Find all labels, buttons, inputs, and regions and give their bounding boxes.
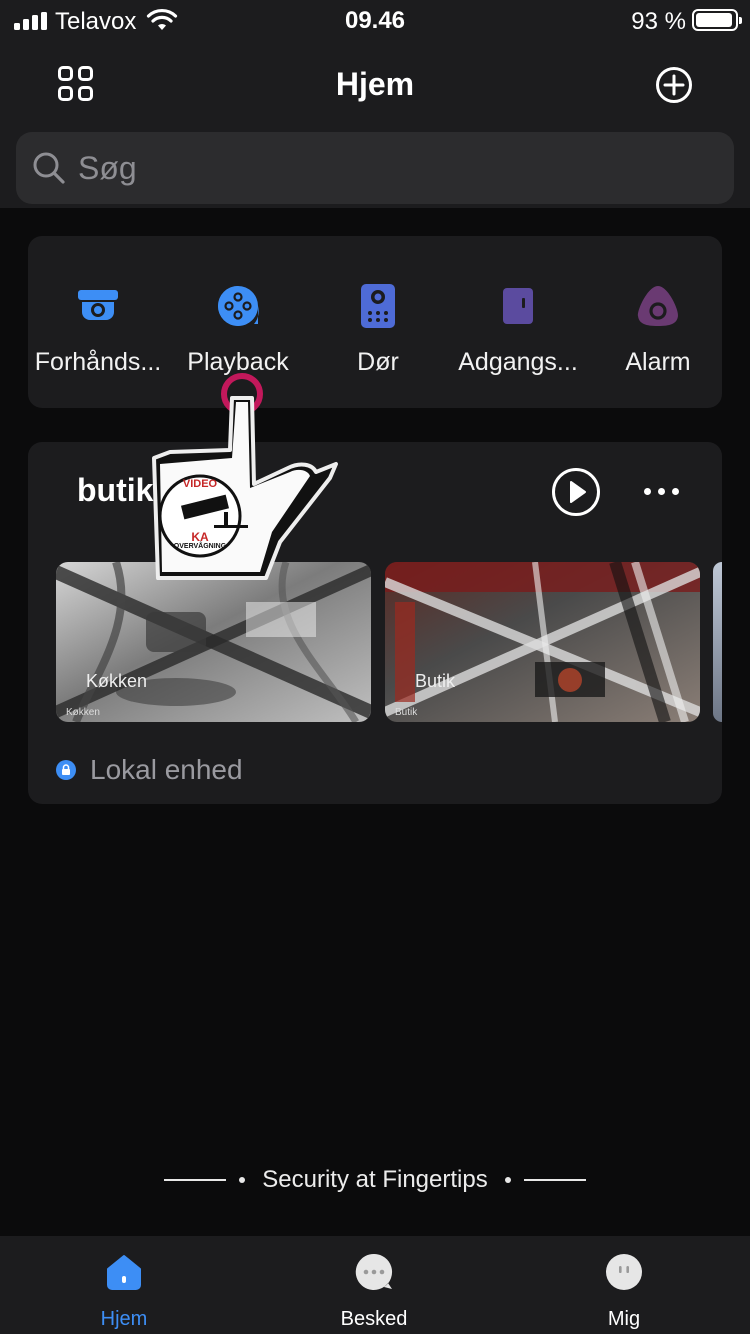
tab-label: Hjem — [100, 1308, 148, 1330]
battery-percentage: 93 % — [631, 8, 686, 35]
quick-access-label: Adgangs... — [458, 348, 578, 376]
quick-access-label: Alarm — [625, 348, 691, 376]
alarm-icon — [637, 286, 679, 326]
tab-profile[interactable]: Mig — [544, 1236, 704, 1334]
add-device-button[interactable] — [654, 65, 694, 105]
page-title: Hjem — [335, 66, 415, 102]
quick-access-alarm[interactable]: Alarm — [588, 268, 728, 388]
camera-sublabel: Køkken — [66, 707, 100, 718]
quick-access-preview[interactable]: Forhånds... — [28, 268, 168, 388]
quick-access-playback[interactable]: Playback — [168, 268, 308, 388]
camera-snapshot — [56, 562, 371, 722]
device-status-label: Lokal enhed — [90, 754, 243, 785]
quick-access-access-control[interactable]: Adgangs... — [448, 268, 588, 388]
camera-label: Køkken — [86, 671, 148, 691]
camera-label: Butik — [415, 671, 456, 691]
more-dots-icon[interactable] — [640, 480, 684, 504]
camera-snapshot — [385, 562, 700, 722]
camera-tile-kokken[interactable]: Køkken Køkken — [56, 562, 371, 722]
play-circle-icon[interactable] — [551, 467, 601, 517]
message-icon — [355, 1253, 393, 1290]
door-station-icon — [361, 284, 395, 328]
sign-text-bottom: OVERVÅGNING — [173, 543, 227, 550]
tagline-dot-right — [505, 1177, 511, 1183]
sign-text-top: VIDEO — [182, 478, 218, 490]
access-control-icon — [503, 288, 533, 324]
quick-access-door[interactable]: Dør — [308, 268, 448, 388]
sign-text-mid: KA — [191, 530, 209, 544]
profile-icon — [606, 1254, 642, 1290]
tagline-divider-right — [524, 1179, 586, 1181]
playback-icon — [218, 286, 259, 326]
tagline: Security at Fingertips — [262, 1166, 488, 1193]
camera-sublabel: Butik — [395, 707, 418, 718]
pointer-hand-overlay: VIDEO KA OVERVÅGNING — [140, 372, 340, 584]
camera-tile-butik[interactable]: Butik Butik — [385, 562, 700, 722]
dome-camera-icon — [78, 290, 118, 320]
tab-messages[interactable]: Besked — [294, 1236, 454, 1334]
search-input[interactable] — [78, 150, 678, 186]
search-icon — [33, 152, 65, 184]
camera-tile-next[interactable] — [713, 562, 722, 722]
tab-home[interactable]: Hjem — [44, 1236, 204, 1334]
battery-icon — [692, 9, 742, 31]
status-bar: Telavox 09.46 93 % — [0, 0, 750, 42]
tab-label: Besked — [340, 1308, 408, 1330]
local-device-icon — [56, 760, 76, 780]
tab-label: Mig — [607, 1308, 641, 1330]
home-icon — [107, 1255, 141, 1290]
